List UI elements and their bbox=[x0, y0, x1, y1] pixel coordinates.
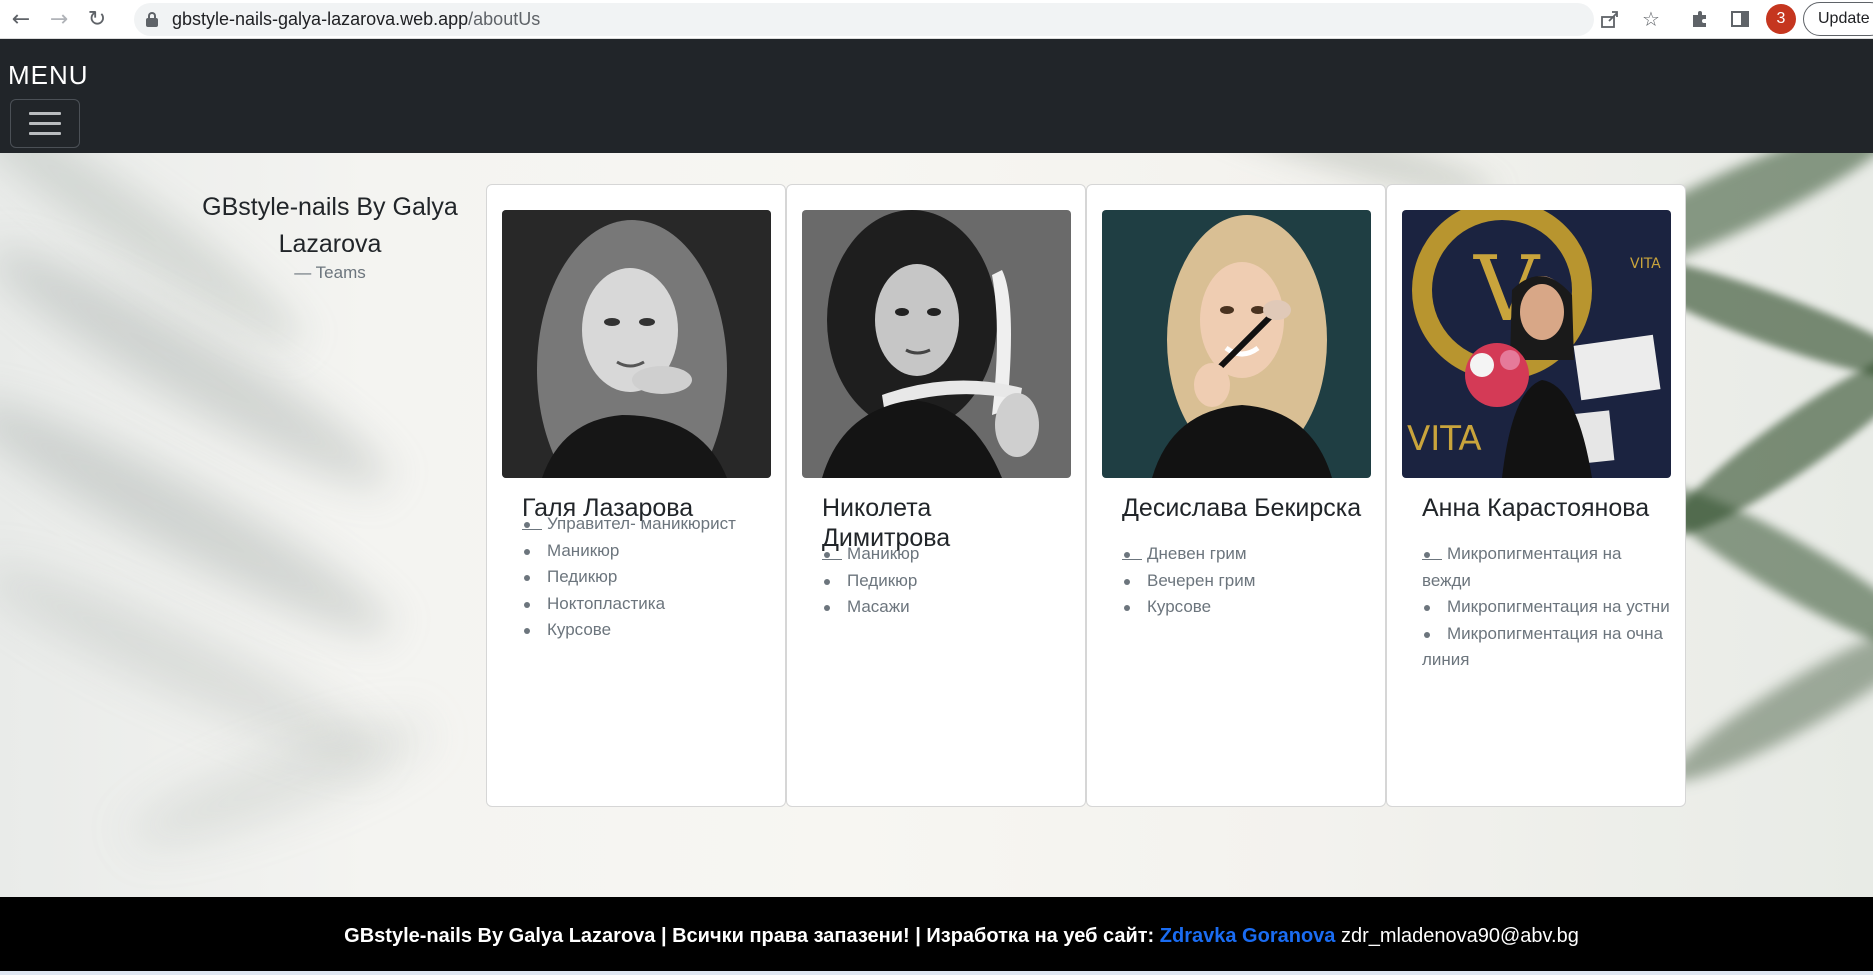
skills-list: Управител- маникюрист Маникюр Педикюр Но… bbox=[522, 511, 772, 644]
page-subtitle: — Teams bbox=[294, 263, 366, 282]
skill-item: Микропигментация на очна линия bbox=[1422, 621, 1672, 674]
skill-item: Педикюр bbox=[522, 564, 772, 591]
footer-copyright: GBstyle-nails By Galya Lazarova | Всички… bbox=[344, 924, 1155, 947]
skill-item: Маникюр bbox=[822, 541, 1072, 568]
author-email[interactable]: zdr_mladenova90@abv.bg bbox=[1341, 925, 1579, 947]
team-member-photo: V VITA VITA bbox=[1402, 210, 1671, 478]
skill-item: Курсове bbox=[522, 617, 772, 644]
skill-item: Управител- маникюрист bbox=[522, 511, 772, 538]
skill-item: Микропигментация на вежди bbox=[1422, 541, 1672, 594]
extensions-puzzle-icon[interactable] bbox=[1686, 5, 1714, 33]
svg-text:VITA: VITA bbox=[1630, 256, 1661, 272]
navbar-toggler-button[interactable] bbox=[10, 99, 80, 148]
skill-item: Педикюр bbox=[822, 568, 1072, 595]
bookmark-star-icon[interactable]: ☆ bbox=[1637, 5, 1665, 33]
share-icon[interactable] bbox=[1596, 5, 1624, 33]
skill-item: Масажи bbox=[822, 594, 1072, 621]
page-title: GBstyle-nails By Galya Lazarova bbox=[202, 193, 458, 258]
side-panel-icon[interactable] bbox=[1726, 5, 1754, 33]
profile-avatar[interactable]: 3 bbox=[1766, 4, 1796, 34]
address-bar[interactable]: gbstyle-nails-galya-lazarova.web.app/abo… bbox=[134, 3, 1594, 36]
skill-item: Вечерен грим bbox=[1122, 568, 1372, 595]
palm-leaf bbox=[1658, 596, 1873, 800]
team-card: Десислава Бекирска Дневен грим Вечерен г… bbox=[1086, 184, 1386, 807]
skills-list: Дневен грим Вечерен грим Курсове bbox=[1122, 541, 1372, 621]
skills-list: Микропигментация на вежди Микропигментац… bbox=[1422, 541, 1672, 674]
brand-heading-block: GBstyle-nails By Galya Lazarova — Teams bbox=[190, 189, 470, 283]
team-cards: Галя Лазарова Управител- маникюрист Мани… bbox=[486, 184, 1686, 807]
back-arrow-icon[interactable]: ← bbox=[4, 2, 38, 36]
skill-item: Ноктопластика bbox=[522, 591, 772, 618]
site-navbar: MENU bbox=[0, 39, 1873, 153]
team-member-photo bbox=[502, 210, 771, 478]
team-member-name: Анна Карастоянова bbox=[1422, 494, 1650, 522]
update-button[interactable]: Update bbox=[1803, 2, 1873, 36]
forward-arrow-icon[interactable]: → bbox=[42, 2, 76, 36]
footer-text: GBstyle-nails By Galya Lazarova | Всички… bbox=[344, 925, 1579, 948]
menu-label: MENU bbox=[8, 60, 89, 90]
team-member-photo bbox=[802, 210, 1071, 478]
team-section: GBstyle-nails By Galya Lazarova — Teams … bbox=[0, 153, 1873, 897]
skill-item: Маникюр bbox=[522, 538, 772, 565]
svg-text:VITA: VITA bbox=[1407, 419, 1482, 459]
author-link[interactable]: Zdravka Goranova bbox=[1160, 925, 1336, 947]
url-host: gbstyle-nails-galya-lazarova.web.app bbox=[172, 9, 469, 29]
skill-item: Курсове bbox=[1122, 594, 1372, 621]
site-footer: GBstyle-nails By Galya Lazarova | Всички… bbox=[0, 897, 1873, 975]
hamburger-icon-bar bbox=[29, 122, 61, 125]
team-member-photo bbox=[1102, 210, 1371, 478]
url-text[interactable]: gbstyle-nails-galya-lazarova.web.app/abo… bbox=[172, 9, 540, 30]
url-path: /aboutUs bbox=[468, 9, 541, 29]
hamburger-icon-bar bbox=[29, 112, 61, 115]
team-member-name: Десислава Бекирска bbox=[1122, 494, 1362, 522]
browser-toolbar: ← → ↻ gbstyle-nails-galya-lazarova.web.a… bbox=[0, 0, 1873, 39]
skill-item: Дневен грим bbox=[1122, 541, 1372, 568]
skills-list: Маникюр Педикюр Масажи bbox=[822, 541, 1072, 621]
bottom-strip bbox=[0, 971, 1873, 975]
team-card: V VITA VITA Анна Карастоянова Микропигме… bbox=[1386, 184, 1686, 807]
skill-item: Микропигментация на устни bbox=[1422, 594, 1672, 621]
hamburger-icon-bar bbox=[29, 132, 61, 135]
team-card: Николета Димитрова Маникюр Педикюр Масаж… bbox=[786, 184, 1086, 807]
team-card: Галя Лазарова Управител- маникюрист Мани… bbox=[486, 184, 786, 807]
reload-icon[interactable]: ↻ bbox=[80, 2, 114, 36]
lock-icon[interactable] bbox=[146, 12, 158, 27]
